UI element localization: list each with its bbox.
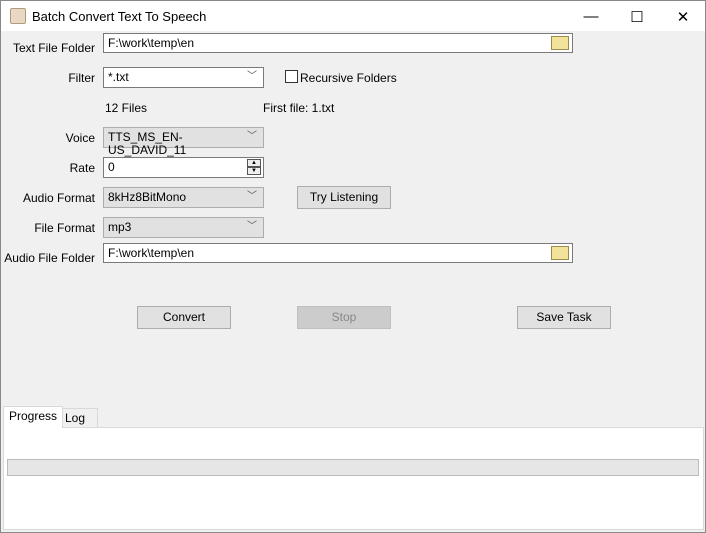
voice-label: Voice [65,131,95,145]
rate-label: Rate [69,161,95,175]
maximize-button[interactable]: ☐ [614,1,660,32]
recursive-label: Recursive Folders [300,71,397,85]
text-folder-input[interactable]: F:\work\temp\en [103,33,573,53]
progress-bar [7,459,699,476]
file-format-value: mp3 [108,220,132,234]
progress-panel [3,427,704,530]
title-bar: Batch Convert Text To Speech — ☐ ✕ [0,0,706,31]
chevron-down-icon: ﹀ [247,191,257,202]
chevron-down-icon: ﹀ [247,71,257,82]
chevron-down-icon: ﹀ [247,131,257,142]
text-folder-label: Text File Folder [12,41,95,55]
audio-folder-input[interactable]: F:\work\temp\en [103,243,573,263]
window-title: Batch Convert Text To Speech [32,9,207,24]
chevron-down-icon: ﹀ [247,221,257,232]
text-folder-value: F:\work\temp\en [108,36,195,50]
tab-progress[interactable]: Progress [3,406,64,428]
audio-folder-label: Audio File Folder [4,251,95,265]
audio-folder-value: F:\work\temp\en [108,246,195,260]
first-file: First file: 1.txt [263,101,335,115]
recursive-checkbox[interactable] [285,70,298,83]
filter-label: Filter [68,71,95,85]
rate-value: 0 [108,160,115,174]
filter-combo[interactable]: *.txt ﹀ [103,67,264,88]
folder-browse-icon[interactable] [551,36,569,50]
voice-value: TTS_MS_EN-US_DAVID_11 [108,130,187,157]
app-icon [10,8,26,24]
tab-control: Progress Log [3,406,705,531]
file-format-label: File Format [34,221,95,235]
voice-combo[interactable]: TTS_MS_EN-US_DAVID_11 ﹀ [103,127,264,157]
try-listening-button[interactable]: Try Listening [297,186,391,209]
audio-format-combo[interactable]: 8kHz8BitMono ﹀ [103,187,264,208]
rate-spinner[interactable]: 0 ▲ ▼ [103,157,264,178]
file-count: 12 Files [105,101,148,115]
filter-value: *.txt [108,70,129,84]
file-format-combo[interactable]: mp3 ﹀ [103,217,264,238]
audio-format-label: Audio Format [22,191,95,205]
convert-button[interactable]: Convert [137,306,231,329]
close-button[interactable]: ✕ [660,1,706,32]
audio-format-value: 8kHz8BitMono [108,190,187,204]
spin-up-icon[interactable]: ▲ [247,159,261,167]
save-task-button[interactable]: Save Task [517,306,611,329]
main-panel: Text File Folder F:\work\temp\en Filter … [0,31,706,533]
stop-button[interactable]: Stop [297,306,391,329]
folder-browse-icon[interactable] [551,246,569,260]
minimize-button[interactable]: — [568,1,614,32]
tab-log[interactable]: Log [59,408,98,428]
spin-down-icon[interactable]: ▼ [247,167,261,175]
